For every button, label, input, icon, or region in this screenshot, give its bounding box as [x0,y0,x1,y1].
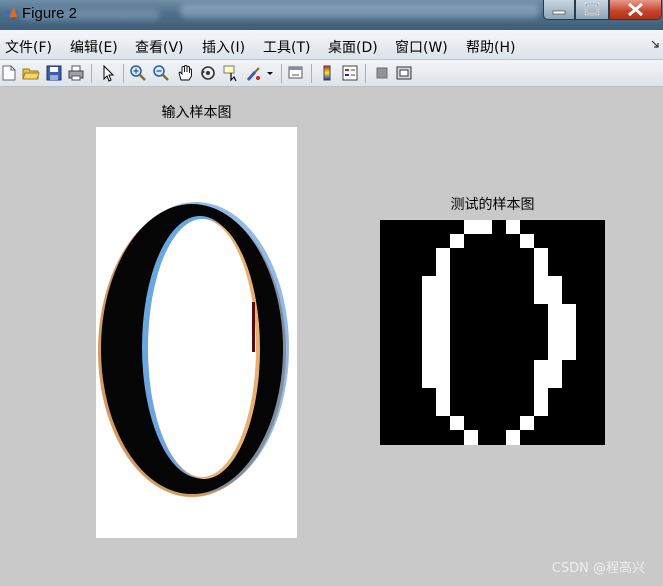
close-icon [628,2,643,17]
zoom-in-icon[interactable] [129,64,147,82]
data-cursor-icon[interactable] [222,64,240,82]
right-axes-title: 测试的样本图 [450,197,535,213]
csdn-watermark: CSDN @程高兴 [551,561,645,576]
dock-arrow-icon[interactable] [651,40,659,48]
menu-help[interactable]: 帮助(H) [466,37,515,57]
menu-window[interactable]: 窗口(W) [395,37,448,57]
test-sample-image [380,220,605,445]
colorbar-icon[interactable] [318,64,336,82]
figure-toolbar [0,60,663,87]
chevron-down-icon[interactable] [265,64,275,82]
save-icon[interactable] [45,64,63,82]
print-icon[interactable] [67,64,85,82]
input-sample-image [96,127,297,538]
maximize-button[interactable] [575,0,609,20]
link-plot-icon[interactable] [287,64,305,82]
rotate-3d-icon[interactable] [199,64,217,82]
menu-bar: 文件(F) 编辑(E) 查看(V) 插入(I) 工具(T) 桌面(D) 窗口(W… [0,30,663,60]
minimize-button[interactable] [543,0,575,20]
titlebar-glow [180,4,540,18]
show-plot-tools-icon[interactable] [395,64,413,82]
legend-icon[interactable] [341,64,359,82]
brush-icon[interactable] [245,64,263,82]
toolbar-separator [365,64,366,83]
left-axes-title: 输入样本图 [161,105,232,121]
toolbar-separator [281,64,282,83]
toolbar-separator [91,64,92,83]
menu-insert[interactable]: 插入(I) [202,37,245,57]
maximize-icon [584,2,600,16]
window-titlebar[interactable]: Figure 2 [0,0,663,30]
new-figure-icon[interactable] [0,64,18,82]
open-file-icon[interactable] [22,64,40,82]
menu-edit[interactable]: 编辑(E) [70,37,118,57]
menu-view[interactable]: 查看(V) [135,37,184,57]
menu-file[interactable]: 文件(F) [5,37,52,57]
window-title: Figure 2 [22,5,78,22]
pan-hand-icon[interactable] [176,64,194,82]
pointer-icon[interactable] [99,64,117,82]
toolbar-separator [123,64,124,83]
menu-tools[interactable]: 工具(T) [263,37,310,57]
menu-desktop[interactable]: 桌面(D) [328,37,378,57]
minimize-icon [552,10,566,15]
toolbar-separator [311,64,312,83]
zoom-out-icon[interactable] [152,64,170,82]
matlab-icon [3,7,17,17]
close-button[interactable] [609,0,662,20]
hide-plot-tools-icon[interactable] [373,64,391,82]
